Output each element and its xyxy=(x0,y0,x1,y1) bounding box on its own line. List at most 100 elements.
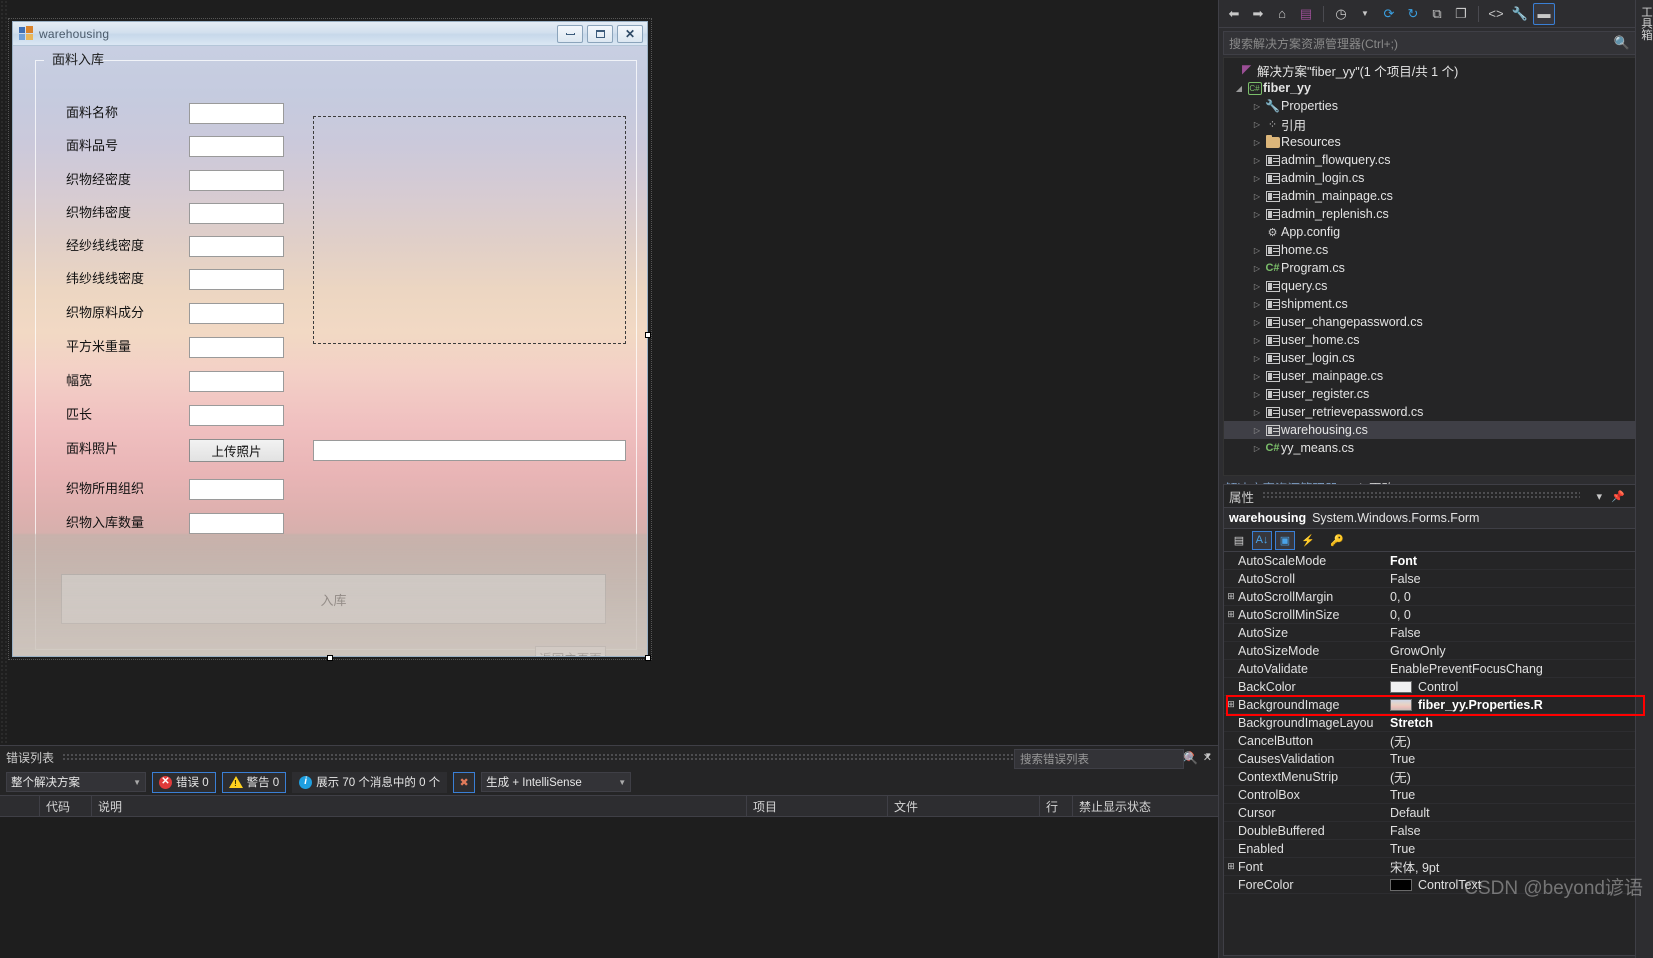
property-row[interactable]: AutoScroll False xyxy=(1224,570,1648,588)
chevron-right-icon[interactable]: ▷ xyxy=(1250,300,1264,309)
sync-icon[interactable]: ⟳ xyxy=(1378,3,1400,25)
property-value[interactable]: True xyxy=(1390,842,1648,856)
toolbox-vertical-tab[interactable]: 工具箱 xyxy=(1636,6,1653,41)
resize-grip-bottom[interactable] xyxy=(327,655,333,661)
property-value[interactable]: 宋体, 9pt xyxy=(1390,857,1648,876)
chevron-down-icon[interactable]: ▼ xyxy=(1354,3,1376,25)
property-value[interactable]: 0, 0 xyxy=(1390,590,1648,604)
chevron-right-icon[interactable]: ▷ xyxy=(1250,354,1264,363)
sidebar-item-warehousing[interactable]: ▷ warehousing.cs xyxy=(1224,421,1648,439)
column-header-suppression[interactable]: 禁止显示状态 xyxy=(1073,796,1218,816)
chevron-right-icon[interactable]: ▷ xyxy=(1250,336,1264,345)
property-value[interactable]: ControlText xyxy=(1390,878,1648,892)
chevron-expanded-icon[interactable]: ◢ xyxy=(1232,84,1246,93)
property-row[interactable]: ControlBox True xyxy=(1224,786,1648,804)
sidebar-item-user-changepassword[interactable]: ▷ user_changepassword.cs xyxy=(1224,313,1648,331)
chevron-right-icon[interactable]: ▷ xyxy=(1250,120,1264,129)
chevron-right-icon[interactable]: ▷ xyxy=(1250,408,1264,417)
properties-view-icon[interactable]: ▣ xyxy=(1275,530,1295,550)
sidebar-item-admin-login[interactable]: ▷ admin_login.cs xyxy=(1224,169,1648,187)
property-row[interactable]: ForeColor ControlText xyxy=(1224,876,1648,894)
sidebar-item-yy-means[interactable]: ▷ C# yy_means.cs xyxy=(1224,439,1648,457)
field-input-material-composition[interactable] xyxy=(189,303,284,324)
forward-arrow-icon[interactable]: ➡ xyxy=(1247,3,1269,25)
home-icon[interactable]: ⌂ xyxy=(1271,3,1293,25)
property-row[interactable]: CancelButton (无) xyxy=(1224,732,1648,750)
upload-photo-button[interactable]: 上传照片 xyxy=(189,439,284,462)
field-input-piece-length[interactable] xyxy=(189,405,284,426)
tree-node-project[interactable]: ◢ C# fiber_yy xyxy=(1224,79,1648,97)
property-value[interactable]: EnablePreventFocusChang xyxy=(1390,662,1648,676)
sidebar-item-resources[interactable]: ▷ Resources xyxy=(1224,133,1648,151)
property-row[interactable]: CausesValidation True xyxy=(1224,750,1648,768)
property-value[interactable]: (无) xyxy=(1390,731,1648,750)
sidebar-item-user-retrievepassword[interactable]: ▷ user_retrievepassword.cs xyxy=(1224,403,1648,421)
photo-path-input[interactable] xyxy=(313,440,626,461)
sidebar-item-app-config[interactable]: ⚙ App.config xyxy=(1224,223,1648,241)
field-input-warp-density[interactable] xyxy=(189,170,284,191)
chevron-right-icon[interactable]: ▷ xyxy=(1250,138,1264,147)
field-input-inbound-quantity[interactable] xyxy=(189,513,284,534)
column-header-line[interactable]: 行 xyxy=(1040,796,1073,816)
chevron-right-icon[interactable]: ▷ xyxy=(1250,102,1264,111)
property-row[interactable]: AutoScaleMode Font xyxy=(1224,552,1648,570)
messages-filter-toggle[interactable]: i 展示 70 个消息中的 0 个 xyxy=(292,771,448,793)
sidebar-item-program[interactable]: ▷ C# Program.cs xyxy=(1224,259,1648,277)
back-to-mainpage-button[interactable]: 返回主页面 xyxy=(535,646,606,656)
column-header-code[interactable]: 代码 xyxy=(40,796,92,816)
form-minimize-button[interactable] xyxy=(557,25,583,43)
field-input-weft-density[interactable] xyxy=(189,203,284,224)
sidebar-item-references[interactable]: ▷ ⁘ 引用 xyxy=(1224,115,1648,133)
chevron-right-icon[interactable]: ▷ xyxy=(1250,318,1264,327)
sidebar-item-admin-flowquery[interactable]: ▷ admin_flowquery.cs xyxy=(1224,151,1648,169)
chevron-right-icon[interactable]: ▷ xyxy=(1250,372,1264,381)
sidebar-item-user-mainpage[interactable]: ▷ user_mainpage.cs xyxy=(1224,367,1648,385)
field-input-fabric-name[interactable] xyxy=(189,103,284,124)
right-edge-toolbox-strip[interactable]: 工具箱 xyxy=(1635,0,1653,958)
property-row[interactable]: ⊞ AutoScrollMargin 0, 0 xyxy=(1224,588,1648,606)
property-row[interactable]: AutoValidate EnablePreventFocusChang xyxy=(1224,660,1648,678)
view-designer-icon[interactable]: ▬ xyxy=(1533,2,1555,25)
tree-node-solution[interactable]: 解决方案"fiber_yy"(1 个项目/共 1 个) xyxy=(1224,61,1648,79)
property-value[interactable]: Control xyxy=(1390,680,1648,694)
property-row[interactable]: ContextMenuStrip (无) xyxy=(1224,768,1648,786)
expander-icon[interactable]: ⊞ xyxy=(1224,699,1238,710)
sidebar-item-query[interactable]: ▷ query.cs xyxy=(1224,277,1648,295)
categorized-view-icon[interactable]: ▤ xyxy=(1229,531,1249,550)
field-input-warp-yarn-density[interactable] xyxy=(189,236,284,257)
events-view-icon[interactable]: ⚡ xyxy=(1298,531,1318,550)
sidebar-item-properties[interactable]: ▷ 🔧 Properties xyxy=(1224,97,1648,115)
pin-icon[interactable]: 📌 xyxy=(1611,490,1625,503)
back-arrow-icon[interactable]: ⬅ xyxy=(1223,3,1245,25)
chevron-right-icon[interactable]: ▷ xyxy=(1250,156,1264,165)
expander-icon[interactable]: ⊞ xyxy=(1224,609,1238,620)
chevron-right-icon[interactable]: ▷ xyxy=(1250,426,1264,435)
property-pages-icon[interactable]: 🔑 xyxy=(1327,531,1347,550)
field-input-width[interactable] xyxy=(189,371,284,392)
sidebar-item-admin-mainpage[interactable]: ▷ admin_mainpage.cs xyxy=(1224,187,1648,205)
chevron-right-icon[interactable]: ▷ xyxy=(1250,246,1264,255)
scope-dropdown[interactable]: 整个解决方案 ▼ xyxy=(6,772,146,792)
property-value[interactable]: 0, 0 xyxy=(1390,608,1648,622)
property-value[interactable]: Stretch xyxy=(1390,716,1648,730)
property-value[interactable]: Default xyxy=(1390,806,1648,820)
collapse-all-icon[interactable]: ⧉ xyxy=(1426,3,1448,25)
submit-inbound-button[interactable]: 入库 xyxy=(61,574,606,624)
designed-form[interactable]: warehousing ✕ 面料入库 面料名称 面料品号 织物经密度 织物纬密度… xyxy=(12,21,648,657)
show-all-files-icon[interactable]: ❐ xyxy=(1450,3,1472,25)
field-input-gsm-weight[interactable] xyxy=(189,337,284,358)
clear-filter-button[interactable]: ✖ xyxy=(453,771,476,793)
form-maximize-button[interactable] xyxy=(587,25,613,43)
property-value[interactable]: (无) xyxy=(1390,767,1648,786)
chevron-right-icon[interactable]: ▷ xyxy=(1250,174,1264,183)
property-value[interactable]: False xyxy=(1390,824,1648,838)
sidebar-item-user-login[interactable]: ▷ user_login.cs xyxy=(1224,349,1648,367)
form-close-button[interactable]: ✕ xyxy=(617,25,643,43)
chevron-right-icon[interactable]: ▷ xyxy=(1250,444,1264,453)
solution-explorer-tree[interactable]: 解决方案"fiber_yy"(1 个项目/共 1 个) ◢ C# fiber_y… xyxy=(1223,57,1649,476)
errors-filter-toggle[interactable]: ✕ 错误 0 xyxy=(152,771,216,793)
property-row[interactable]: AutoSizeMode GrowOnly xyxy=(1224,642,1648,660)
resize-grip-right[interactable] xyxy=(645,332,651,338)
property-value[interactable]: True xyxy=(1390,788,1648,802)
refresh-icon[interactable]: ↻ xyxy=(1402,3,1424,25)
